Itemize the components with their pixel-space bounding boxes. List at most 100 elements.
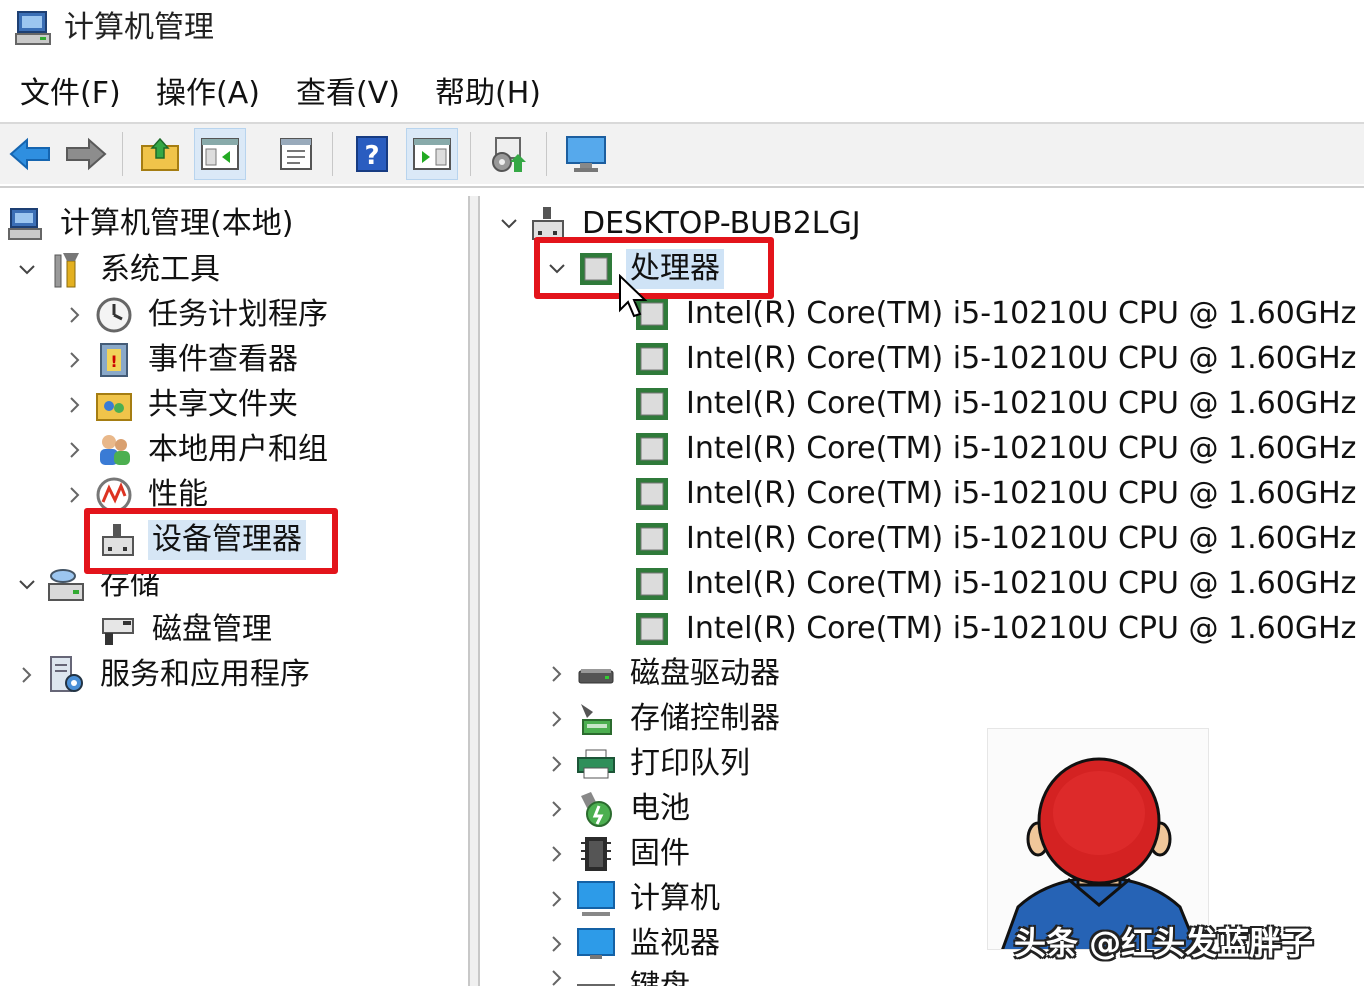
chevron-right-icon[interactable] [546,933,568,955]
chevron-right-icon[interactable] [546,753,568,775]
menu-action[interactable]: 操作(A) [156,74,260,114]
tree-root[interactable]: 计算机管理(本地) [6,202,297,246]
storage-controller-icon [576,699,616,739]
chevron-right-icon[interactable] [546,967,568,986]
disk-management-icon [98,610,138,650]
show-hide-console-tree-icon[interactable] [194,128,246,180]
device-category-firmware[interactable]: 固件 [546,832,694,876]
processor-icon [632,339,672,379]
tree-system-tools[interactable]: 系统工具 [16,248,224,292]
device-category-print-queues[interactable]: 打印队列 [546,742,754,786]
svg-text:!: ! [110,352,117,371]
tree-device-manager[interactable]: 设备管理器 [98,518,306,562]
processor-name: Intel(R) Core(TM) i5-10210U CPU @ 1.60GH… [686,431,1357,466]
device-category-disk-drives[interactable]: 磁盘驱动器 [546,652,784,696]
device-category-storage-controllers[interactable]: 存储控制器 [546,697,784,741]
tree-services-apps[interactable]: 服务和应用程序 [16,653,314,697]
device-category-keyboards[interactable]: 键盘 [546,967,694,986]
tools-icon [46,250,86,290]
scan-hardware-icon[interactable] [482,128,534,180]
printer-icon [576,744,616,784]
tree-local-users[interactable]: 本地用户和组 [64,428,332,472]
device-manager-icon [528,204,568,244]
chevron-right-icon[interactable] [546,888,568,910]
console-tree: 计算机管理(本地) 系统工具 任务计划程序 ! 事件查看器 共享文件夹 本地用户… [0,196,470,986]
device-category-batteries[interactable]: 电池 [546,787,694,831]
title-bar: 计算机管理 [0,0,1364,58]
tree-storage[interactable]: 存储 [16,563,164,607]
device-processor-item[interactable]: Intel(R) Core(TM) i5-10210U CPU @ 1.60GH… [632,562,1360,606]
mouse-cursor-icon [618,273,648,320]
watermark-avatar [987,728,1209,950]
processor-icon [632,474,672,514]
monitor-icon [576,924,616,964]
device-processor-item[interactable]: Intel(R) Core(TM) i5-10210U CPU @ 1.60GH… [632,382,1360,426]
firmware-chip-icon [576,834,616,874]
device-computer-root[interactable]: DESKTOP-BUB2LGJ [498,202,865,246]
chevron-down-icon[interactable] [498,213,520,235]
svg-text:?: ? [364,141,379,171]
chevron-down-icon[interactable] [546,258,568,280]
device-processor-item[interactable]: Intel(R) Core(TM) i5-10210U CPU @ 1.60GH… [632,292,1360,336]
chevron-right-icon[interactable] [64,304,86,326]
processor-icon [632,519,672,559]
users-icon [94,430,134,470]
processor-name: Intel(R) Core(TM) i5-10210U CPU @ 1.60GH… [686,296,1357,331]
help-icon[interactable]: ? [346,128,398,180]
chevron-right-icon[interactable] [64,349,86,371]
tree-shared-folders[interactable]: 共享文件夹 [64,383,302,427]
monitor-icon[interactable] [560,128,612,180]
computer-icon [576,879,616,919]
tree-task-scheduler[interactable]: 任务计划程序 [64,293,332,337]
device-processor-item[interactable]: Intel(R) Core(TM) i5-10210U CPU @ 1.60GH… [632,337,1360,381]
services-icon [46,655,86,695]
device-processor-item[interactable]: Intel(R) Core(TM) i5-10210U CPU @ 1.60GH… [632,472,1360,516]
shared-folder-icon [94,385,134,425]
menu-file[interactable]: 文件(F) [20,74,121,114]
chevron-down-icon[interactable] [16,574,38,596]
up-folder-icon[interactable] [134,128,186,180]
chevron-right-icon[interactable] [64,394,86,416]
device-category-monitors[interactable]: 监视器 [546,922,724,966]
tree-disk-management[interactable]: 磁盘管理 [98,608,276,652]
properties-icon[interactable] [270,128,322,180]
computer-management-icon [6,204,46,244]
device-tree: DESKTOP-BUB2LGJ 处理器 Intel(R) Core(TM) i5… [482,196,1364,986]
back-arrow-icon[interactable] [4,128,56,180]
processor-name: Intel(R) Core(TM) i5-10210U CPU @ 1.60GH… [686,566,1357,601]
processor-name: Intel(R) Core(TM) i5-10210U CPU @ 1.60GH… [686,341,1357,376]
chevron-right-icon[interactable] [546,708,568,730]
processor-icon [632,609,672,649]
battery-icon [576,789,616,829]
forward-arrow-icon[interactable] [60,128,112,180]
chevron-down-icon[interactable] [16,259,38,281]
device-processor-item[interactable]: Intel(R) Core(TM) i5-10210U CPU @ 1.60GH… [632,607,1360,651]
processor-name: Intel(R) Core(TM) i5-10210U CPU @ 1.60GH… [686,386,1357,421]
device-category-computer[interactable]: 计算机 [546,877,724,921]
chevron-right-icon[interactable] [64,484,86,506]
chevron-right-icon[interactable] [546,843,568,865]
device-processor-item[interactable]: Intel(R) Core(TM) i5-10210U CPU @ 1.60GH… [632,517,1360,561]
chevron-right-icon[interactable] [64,439,86,461]
event-log-icon: ! [94,340,134,380]
menu-view[interactable]: 查看(V) [296,74,400,114]
processor-icon [632,564,672,604]
watermark-text: 头条 @红头发蓝胖子 [1014,924,1314,962]
chevron-right-icon[interactable] [16,664,38,686]
processor-name: Intel(R) Core(TM) i5-10210U CPU @ 1.60GH… [686,611,1357,646]
pane-splitter[interactable] [470,196,480,986]
processor-icon [632,429,672,469]
show-hide-action-pane-icon[interactable] [406,128,458,180]
processor-name: Intel(R) Core(TM) i5-10210U CPU @ 1.60GH… [686,476,1357,511]
device-processor-item[interactable]: Intel(R) Core(TM) i5-10210U CPU @ 1.60GH… [632,427,1360,471]
chevron-right-icon[interactable] [546,798,568,820]
computer-management-icon [14,8,56,48]
storage-icon [46,565,86,605]
chevron-right-icon[interactable] [546,663,568,685]
tree-event-viewer[interactable]: ! 事件查看器 [64,338,302,382]
menu-help[interactable]: 帮助(H) [435,74,541,114]
processor-icon [632,384,672,424]
tree-performance[interactable]: 性能 [64,473,212,517]
device-manager-icon [98,520,138,560]
processor-name: Intel(R) Core(TM) i5-10210U CPU @ 1.60GH… [686,521,1357,556]
